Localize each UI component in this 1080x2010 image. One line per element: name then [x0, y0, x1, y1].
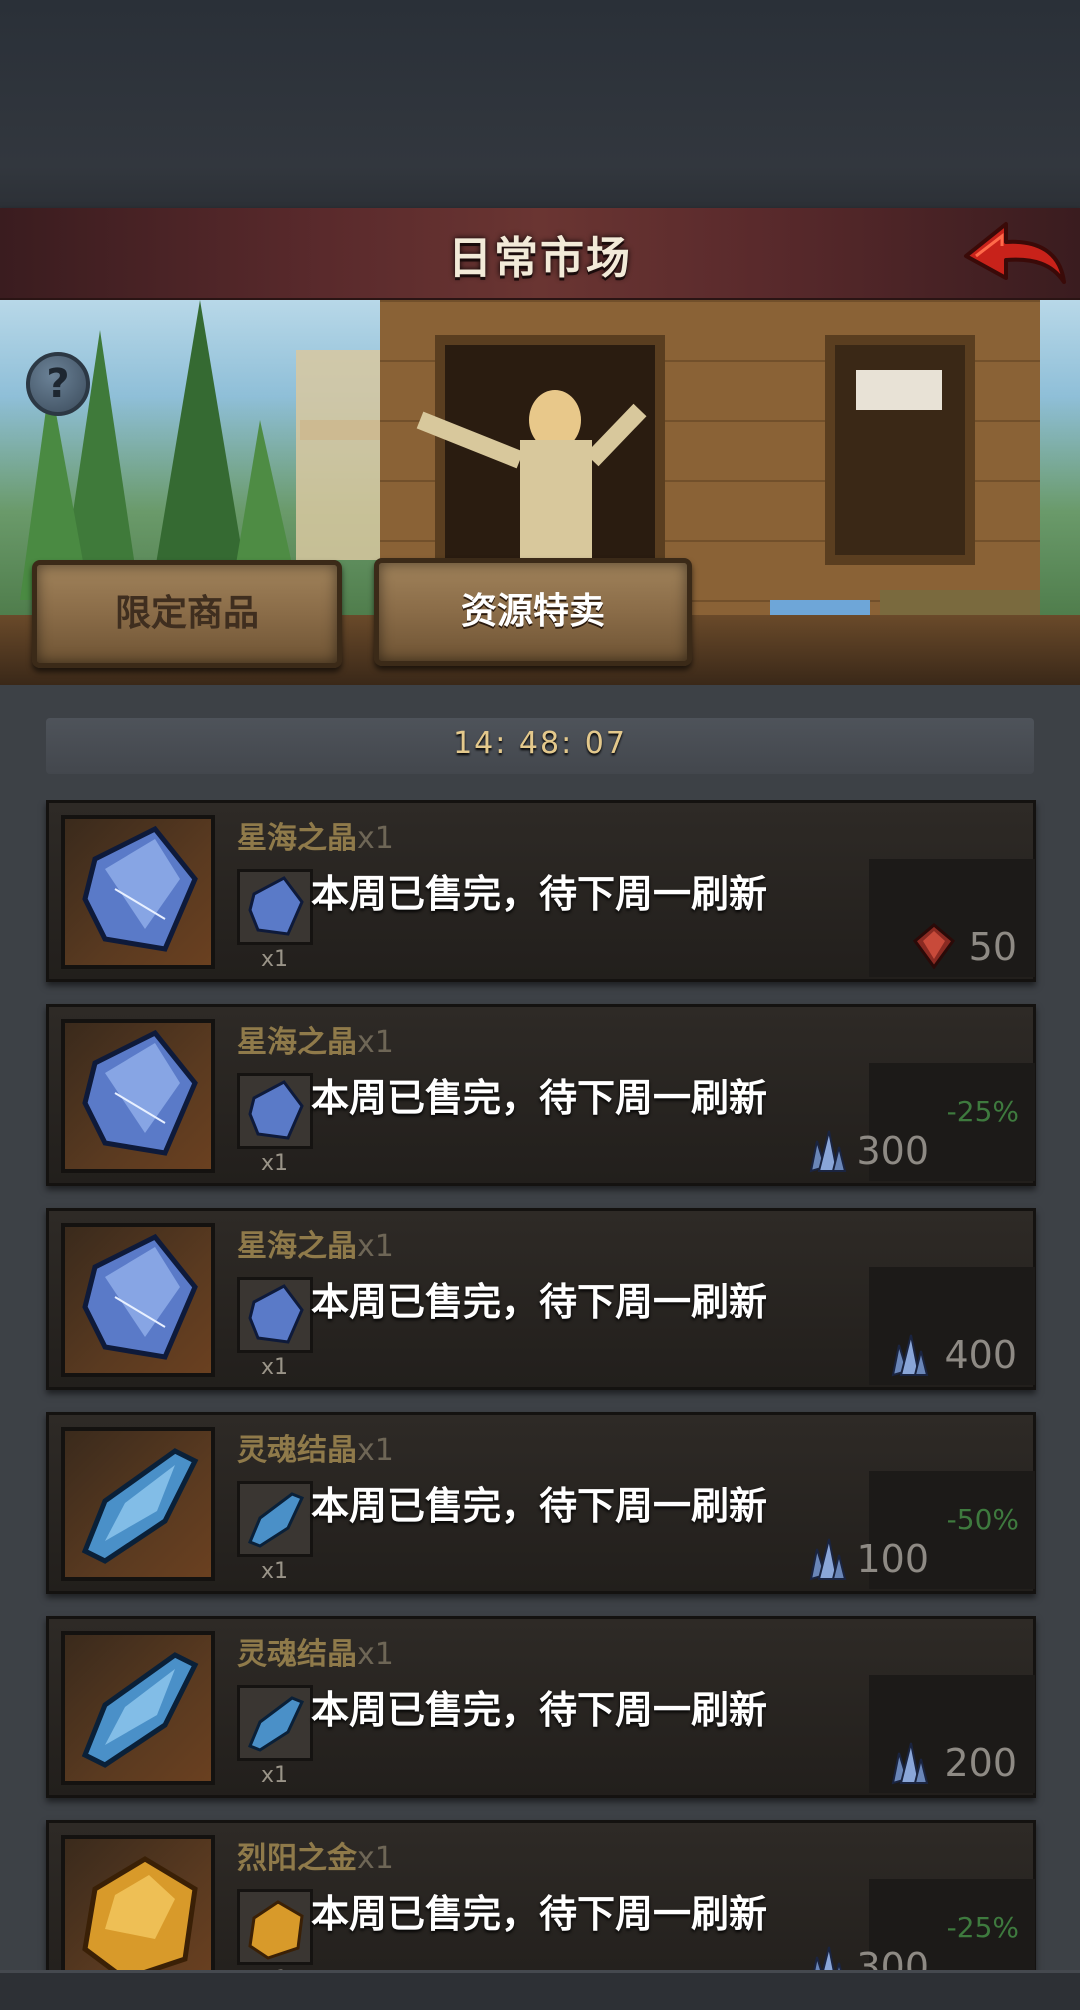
blue-crystal-cluster-icon — [813, 1946, 842, 1970]
item-list[interactable]: 星海之晶x1 x1 本周已售完，待下周一刷新 50 星海之晶x1 x1 本周已售… — [0, 800, 1080, 1970]
blue-crystal-icon — [61, 1223, 215, 1377]
blue-crystal-cluster-icon — [891, 1742, 929, 1785]
blue-crystal-cluster-icon — [891, 1334, 929, 1377]
tab-limited-goods[interactable]: 限定商品 — [32, 560, 342, 668]
item-name: 烈阳之金x1 — [237, 1841, 394, 1876]
reward-quantity: x1 — [261, 1763, 289, 1788]
item-name: 星海之晶x1 — [237, 821, 394, 856]
reward-quantity: x1 — [261, 1559, 289, 1584]
blue-crystal-icon — [61, 1019, 215, 1173]
item-name: 灵魂结晶x1 — [237, 1637, 394, 1672]
shop-item-row[interactable]: 星海之晶x1 x1 本周已售完，待下周一刷新 400 — [46, 1208, 1036, 1390]
shop-item-row[interactable]: 星海之晶x1 x1 本周已售完，待下周一刷新 -25% 300 — [46, 1004, 1036, 1186]
shop-item-row[interactable]: 烈阳之金x1 x1 本周已售完，待下周一刷新 -25% 300 — [46, 1820, 1036, 1970]
item-name: 星海之晶x1 — [237, 1025, 394, 1060]
discount-badge: -25% — [946, 1095, 1019, 1128]
soul-crystal-icon — [61, 1427, 215, 1581]
blue-crystal-icon — [61, 815, 215, 969]
soul-crystal-icon — [61, 1631, 215, 1785]
red-gem-icon — [913, 923, 955, 969]
price-value: 300 — [856, 1945, 929, 1970]
price-value: 400 — [944, 1333, 1017, 1377]
discount-badge: -25% — [946, 1911, 1019, 1944]
sold-out-status: 本周已售完，待下周一刷新 — [311, 1892, 768, 1936]
reward-quantity: x1 — [261, 1355, 289, 1380]
gold-ore-icon — [237, 1889, 313, 1965]
shop-item-row[interactable]: 灵魂结晶x1 x1 本周已售完，待下周一刷新 200 — [46, 1616, 1036, 1798]
price-value: 50 — [968, 925, 1017, 969]
shop-item-row[interactable]: 灵魂结晶x1 x1 本周已售完，待下周一刷新 -50% 100 — [46, 1412, 1036, 1594]
sold-out-status: 本周已售完，待下周一刷新 — [311, 1484, 768, 1528]
sold-out-status: 本周已售完，待下周一刷新 — [311, 1076, 768, 1120]
price-value: 200 — [944, 1741, 1017, 1785]
timer-text: 14: 48: 07 — [453, 726, 627, 761]
page-title: 日常市场 — [448, 233, 632, 284]
price-value: 300 — [856, 1129, 929, 1173]
blue-crystal-icon — [237, 1277, 313, 1353]
soul-crystal-icon — [237, 1481, 313, 1557]
title-bar: 日常市场 — [0, 208, 1080, 302]
merchant-banner: ? 限定商品 资源特卖 — [0, 300, 1080, 685]
blue-crystal-icon — [237, 1073, 313, 1149]
tab-resource-sale[interactable]: 资源特卖 — [374, 558, 692, 666]
top-background — [0, 0, 1080, 208]
item-name: 星海之晶x1 — [237, 1229, 394, 1264]
sold-out-status: 本周已售完，待下周一刷新 — [311, 872, 768, 916]
blue-crystal-cluster-icon — [809, 1130, 847, 1173]
refresh-timer: 14: 48: 07 — [46, 718, 1034, 774]
item-name: 灵魂结晶x1 — [237, 1433, 394, 1468]
price-value: 100 — [856, 1537, 929, 1581]
soul-crystal-icon — [237, 1685, 313, 1761]
back-arrow-icon[interactable] — [960, 216, 1070, 292]
sold-out-status: 本周已售完，待下周一刷新 — [311, 1280, 768, 1324]
sold-out-status: 本周已售完，待下周一刷新 — [311, 1688, 768, 1732]
bottom-bar — [0, 1970, 1080, 2010]
blue-crystal-cluster-icon — [809, 1538, 847, 1581]
discount-badge: -50% — [946, 1503, 1019, 1536]
reward-quantity: x1 — [261, 1151, 289, 1176]
gold-ore-icon — [61, 1835, 215, 1970]
blue-crystal-icon — [237, 869, 313, 945]
shop-item-row[interactable]: 星海之晶x1 x1 本周已售完，待下周一刷新 50 — [46, 800, 1036, 982]
reward-quantity: x1 — [261, 947, 289, 972]
help-icon[interactable]: ? — [26, 352, 90, 416]
